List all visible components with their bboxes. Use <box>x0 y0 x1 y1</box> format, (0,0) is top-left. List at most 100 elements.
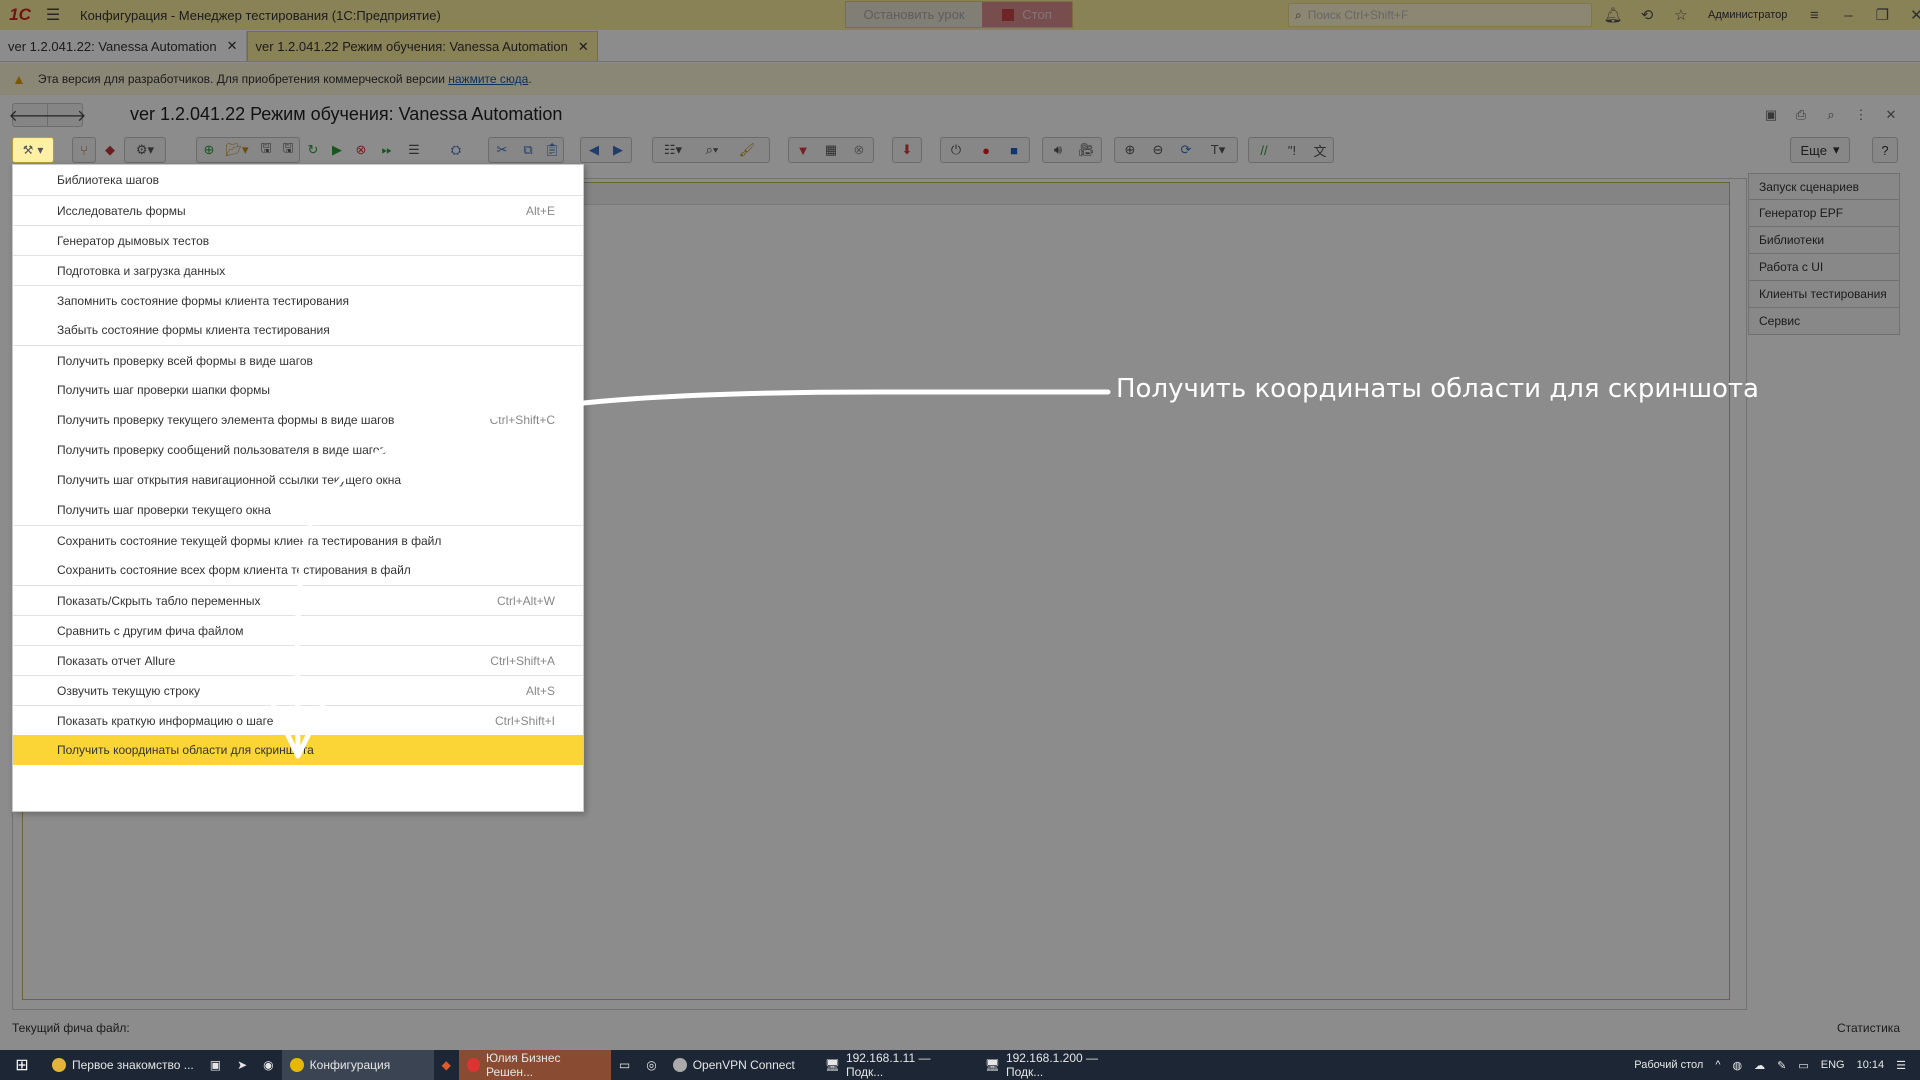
refresh-icon[interactable]: ⟳ <box>1172 137 1200 163</box>
minimize-icon[interactable]: – <box>1833 0 1863 30</box>
remove-icon[interactable]: ⊗ <box>846 137 872 163</box>
menu-item[interactable]: Генератор дымовых тестов <box>13 225 583 255</box>
menu-item[interactable]: Сохранить состояние текущей формы клиент… <box>13 525 583 555</box>
menu-item[interactable]: Получить проверку сообщений пользователя… <box>13 435 583 465</box>
side-item-service[interactable]: Сервис <box>1748 308 1900 335</box>
star-icon[interactable]: ☆ <box>1666 0 1696 30</box>
paste-icon[interactable]: 📋︎ <box>540 137 564 163</box>
taskbar-item-openvpn[interactable]: OpenVPN Connect <box>665 1050 817 1080</box>
desktop-toolbar[interactable]: Рабочий стол <box>1634 1059 1703 1071</box>
menu-item[interactable]: Забыть состояние формы клиента тестирова… <box>13 315 583 345</box>
forward-button[interactable]: 🡒 <box>44 103 86 127</box>
table-icon[interactable]: ▦ <box>818 137 844 163</box>
menu-item[interactable]: Показать/Скрыть табло переменных Ctrl+Alt… <box>13 585 583 615</box>
menu-item[interactable]: Сохранить состояние всех форм клиента те… <box>13 555 583 585</box>
menu-item[interactable]: Подготовка и загрузка данных <box>13 255 583 285</box>
menu-item[interactable]: Получить шаг проверки текущего окна <box>13 495 583 525</box>
print-icon[interactable]: ⎙ <box>1790 104 1812 126</box>
restore-icon[interactable]: ❐ <box>1867 0 1897 30</box>
save-icon[interactable]: ▣ <box>1760 104 1782 126</box>
find-dropdown[interactable]: ⌕▾ <box>694 137 730 163</box>
close-tab-icon[interactable]: ✕ <box>578 39 589 55</box>
bell-icon[interactable]: 🔔︎ <box>1598 0 1628 30</box>
windows-start-icon[interactable]: ⊞ <box>0 1050 44 1080</box>
record-icon[interactable]: ● <box>972 137 1000 163</box>
filter-dropdown[interactable]: ☷▾ <box>654 137 692 163</box>
preview-icon[interactable]: ⌕ <box>1820 104 1842 126</box>
speaker-icon[interactable]: 🔊︎ <box>1044 137 1072 163</box>
stop-lesson-button[interactable]: Остановить урок <box>846 2 982 27</box>
camera-icon[interactable]: 🎥︎ <box>1072 137 1100 163</box>
taskbar-item-rdp1[interactable]: 🖥︎ 192.168.1.11 — Подк... <box>817 1050 977 1080</box>
clear-icon[interactable]: 🖌︎ <box>732 137 762 163</box>
taskbar-item-app[interactable]: ▣ <box>202 1050 229 1080</box>
menu-item[interactable]: Запомнить состояние формы клиента тестир… <box>13 285 583 315</box>
side-item-run-scenarios[interactable]: Запуск сценариев <box>1748 173 1900 200</box>
prev-icon[interactable]: ◀ <box>582 137 606 163</box>
debug-icon[interactable]: ⛭ <box>444 137 468 163</box>
main-menu-icon[interactable]: ☰ <box>40 0 66 30</box>
close-form-icon[interactable]: ✕ <box>1880 104 1902 126</box>
taskbar-item-rdp2[interactable]: 🖥︎ 192.168.1.200 — Подк... <box>977 1050 1137 1080</box>
zoom-out-icon[interactable]: ⊖ <box>1144 137 1172 163</box>
menu-item[interactable]: Получить проверку всей формы в виде шаго… <box>13 345 583 375</box>
reload-icon[interactable]: ↻ <box>302 137 324 163</box>
menu-item[interactable]: Библиотека шагов <box>13 165 583 195</box>
user-name[interactable]: Администратор <box>1700 9 1795 21</box>
copy-icon[interactable]: ⧉ <box>516 137 540 163</box>
translate-icon[interactable]: 文 <box>1306 137 1334 163</box>
close-window-icon[interactable]: ✕ <box>1901 0 1920 30</box>
history-icon[interactable]: ⟲ <box>1632 0 1662 30</box>
settings-menu-icon[interactable]: ≡ <box>1799 0 1829 30</box>
diamond-icon[interactable]: ◆ <box>98 137 122 163</box>
save-file-icon[interactable]: 🖫 <box>256 137 276 163</box>
clock[interactable]: 10:14 <box>1857 1059 1885 1071</box>
pen-icon[interactable]: ✎ <box>1777 1059 1786 1072</box>
language-indicator[interactable]: ENG <box>1821 1059 1845 1071</box>
menu-item[interactable]: Получить шаг открытия навигационной ссыл… <box>13 465 583 495</box>
side-item-libraries[interactable]: Библиотеки <box>1748 227 1900 254</box>
taskbar-item-yulia[interactable]: Юлия Бизнес Решен... <box>458 1050 611 1080</box>
menu-item-highlighted[interactable]: Получить координаты области для скриншот… <box>13 735 583 765</box>
comment-icon[interactable]: // <box>1250 137 1278 163</box>
weather-icon[interactable]: ☁ <box>1754 1059 1765 1072</box>
taskbar-item-tool[interactable]: ◆ <box>434 1050 459 1080</box>
tab-vanessa[interactable]: ver 1.2.041.22: Vanessa Automation ✕ <box>0 31 247 61</box>
close-tab-icon[interactable]: ✕ <box>227 38 238 54</box>
taskbar-item-telegram[interactable]: ➤ <box>229 1050 255 1080</box>
taskbar-item-terminal[interactable]: ▭ <box>611 1050 638 1080</box>
global-search-input[interactable]: ⌕ Поиск Ctrl+Shift+F <box>1288 3 1592 27</box>
download-icon[interactable]: ⬇ <box>892 137 922 163</box>
menu-item[interactable]: Показать краткую информацию о шаге Ctrl+S… <box>13 705 583 735</box>
power-icon[interactable]: ⏻ <box>942 137 970 163</box>
save-all-icon[interactable]: 🖫 <box>278 137 298 163</box>
menu-item[interactable]: Озвучить текущую строку Alt+S <box>13 675 583 705</box>
stop-record-icon[interactable]: ■ <box>1000 137 1028 163</box>
tools-menu-button[interactable]: ⚒ ▾ <box>12 137 54 163</box>
stop-button[interactable]: Стоп <box>982 2 1072 27</box>
chevron-up-icon[interactable]: ^ <box>1715 1059 1720 1071</box>
network-icon[interactable]: ◍ <box>1733 1059 1743 1072</box>
run-all-icon[interactable]: ⏩︎ <box>374 137 400 163</box>
banner-link[interactable]: нажмите сюда <box>448 72 528 86</box>
more-button[interactable]: Еще ▾ <box>1790 137 1850 163</box>
menu-item[interactable]: Получить шаг проверки шапки формы <box>13 375 583 405</box>
menu-item[interactable]: Показать отчет Allure Ctrl+Shift+A <box>13 645 583 675</box>
menu-item[interactable]: Сравнить с другим фича файлом <box>13 615 583 645</box>
zoom-in-icon[interactable]: ⊕ <box>1116 137 1144 163</box>
stop-run-icon[interactable]: ⊗ <box>350 137 372 163</box>
next-icon[interactable]: ▶ <box>606 137 630 163</box>
display-icon[interactable]: ▭ <box>1798 1059 1808 1072</box>
more-vertical-icon[interactable]: ⋮ <box>1850 104 1872 126</box>
help-button[interactable]: ? <box>1872 137 1898 163</box>
quote-icon[interactable]: "! <box>1278 137 1306 163</box>
run-icon[interactable]: ▶ <box>326 137 348 163</box>
tab-vanessa-learning[interactable]: ver 1.2.041.22 Режим обучения: Vanessa A… <box>246 31 598 61</box>
taskbar-item-1c[interactable]: Конфигурация <box>281 1050 434 1080</box>
settings-dropdown[interactable]: ⚙▾ <box>124 137 166 163</box>
side-item-epf-generator[interactable]: Генератор EPF <box>1748 200 1900 227</box>
add-icon[interactable]: ⊕ <box>198 137 220 163</box>
menu-item[interactable]: Исследователь формы Alt+E <box>13 195 583 225</box>
open-folder-icon[interactable]: 📂︎▾ <box>222 137 252 163</box>
taskbar-item-obs[interactable]: ◎ <box>638 1050 664 1080</box>
